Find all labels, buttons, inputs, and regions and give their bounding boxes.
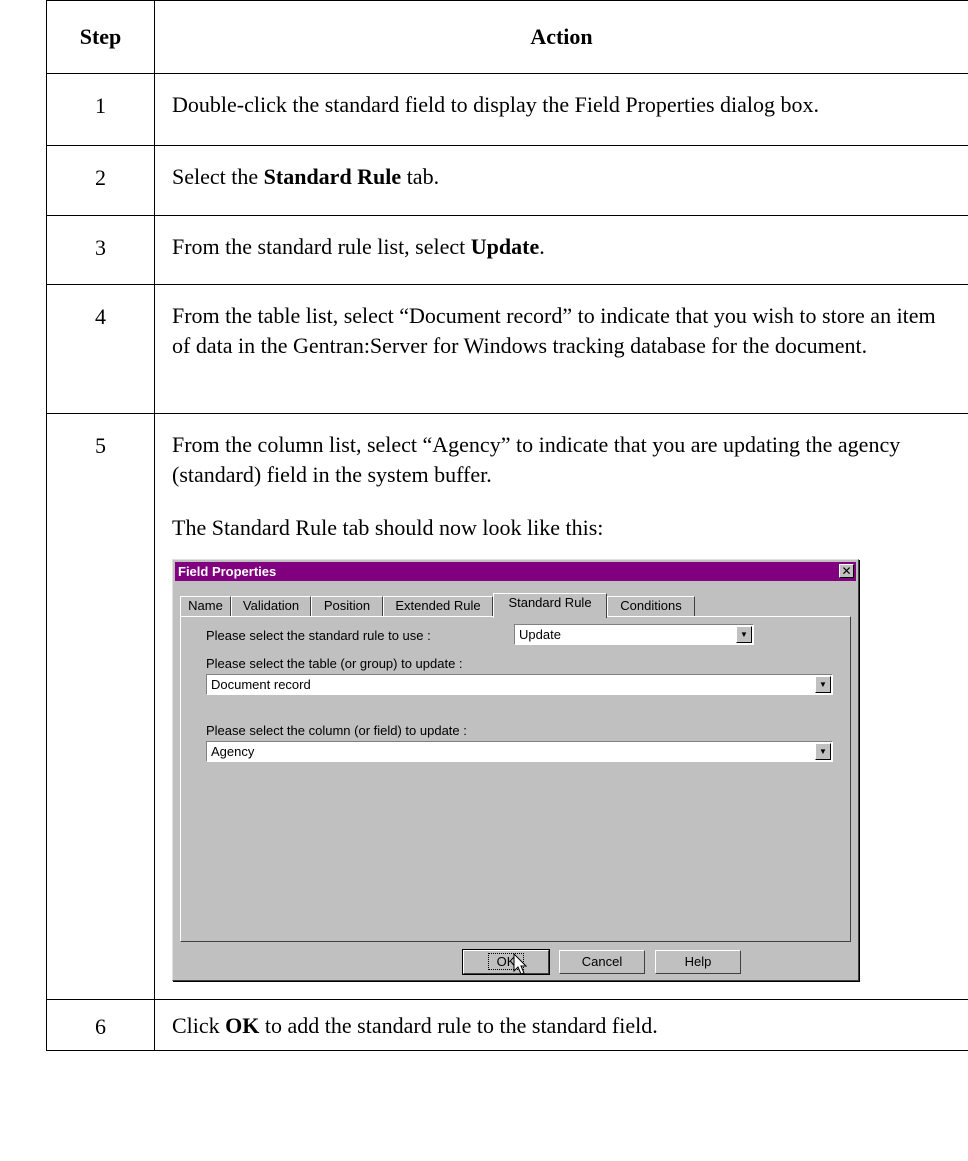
step-action: Click OK to add the standard rule to the… — [154, 999, 968, 1051]
column-value: Agency — [211, 744, 255, 759]
dialog-title: Field Properties — [178, 564, 277, 579]
table-label: Please select the table (or group) to up… — [206, 656, 463, 671]
step-action: From the table list, select “Document re… — [154, 284, 968, 414]
column-label: Please select the column (or field) to u… — [206, 723, 467, 738]
step-action-text: From the standard rule list, select — [172, 234, 471, 259]
rule-select[interactable]: Update ▼ — [514, 624, 754, 645]
help-button[interactable]: Help — [655, 950, 741, 974]
table-value: Document record — [211, 677, 311, 692]
tab-extended-rule[interactable]: Extended Rule — [383, 596, 493, 616]
table-select[interactable]: Document record ▼ — [206, 674, 833, 695]
mouse-pointer-icon — [513, 953, 528, 975]
rule-label: Please select the standard rule to use : — [206, 628, 431, 643]
step-header: Step — [46, 0, 155, 74]
ok-button[interactable]: OK — [462, 949, 550, 975]
standard-rule-panel: Please select the standard rule to use :… — [180, 616, 851, 942]
step-action-text: tab. — [401, 164, 440, 189]
cancel-button[interactable]: Cancel — [559, 950, 645, 974]
dropdown-arrow-icon[interactable]: ▼ — [815, 743, 831, 760]
table-row: 1 Double-click the standard field to dis… — [46, 73, 968, 146]
step-action-text: The Standard Rule tab should now look li… — [172, 515, 604, 540]
step-action: From the column list, select “Agency” to… — [154, 413, 968, 1000]
table-row: 6 Click OK to add the standard rule to t… — [46, 999, 968, 1051]
table-row: 2 Select the Standard Rule tab. — [46, 145, 968, 216]
step-number: 4 — [46, 284, 155, 414]
step-action-text: . — [539, 234, 545, 259]
table-row: 3 From the standard rule list, select Up… — [46, 215, 968, 285]
table-row: 4 From the table list, select “Document … — [46, 284, 968, 414]
step-action: Select the Standard Rule tab. — [154, 145, 968, 216]
field-properties-dialog: Field Properties ✕ Name Validation Posit… — [172, 559, 859, 981]
steps-table: Step Action 1 Double-click the standard … — [46, 0, 968, 1051]
step-number: 2 — [46, 145, 155, 216]
step-number: 5 — [46, 413, 155, 1000]
step-action: From the standard rule list, select Upda… — [154, 215, 968, 285]
tab-name[interactable]: Name — [180, 596, 231, 616]
rule-value: Update — [519, 627, 561, 642]
dropdown-arrow-icon[interactable]: ▼ — [736, 626, 752, 643]
tab-standard-rule[interactable]: Standard Rule — [493, 593, 607, 618]
tab-conditions[interactable]: Conditions — [607, 596, 695, 616]
step-action-bold: OK — [225, 1013, 260, 1038]
step-number: 6 — [46, 999, 155, 1051]
dialog-titlebar: Field Properties ✕ — [175, 562, 856, 581]
step-action-text: Click — [172, 1013, 226, 1038]
tab-position[interactable]: Position — [311, 596, 383, 616]
step-number: 1 — [46, 73, 155, 146]
column-select[interactable]: Agency ▼ — [206, 741, 833, 762]
dropdown-arrow-icon[interactable]: ▼ — [815, 676, 831, 693]
step-number: 3 — [46, 215, 155, 285]
step-action: Double-click the standard field to displ… — [154, 73, 968, 146]
header-row: Step Action — [46, 0, 968, 74]
step-action-text: to add the standard rule to the standard… — [259, 1013, 658, 1038]
step-action-text: Select the — [172, 164, 264, 189]
step-action-bold: Standard Rule — [263, 164, 402, 189]
close-icon[interactable]: ✕ — [839, 564, 854, 578]
table-row: 5 From the column list, select “Agency” … — [46, 413, 968, 1000]
tab-validation[interactable]: Validation — [231, 596, 311, 616]
step-action-bold: Update — [470, 234, 540, 259]
action-header: Action — [154, 0, 968, 74]
step-action-text: From the column list, select “Agency” to… — [172, 432, 901, 487]
